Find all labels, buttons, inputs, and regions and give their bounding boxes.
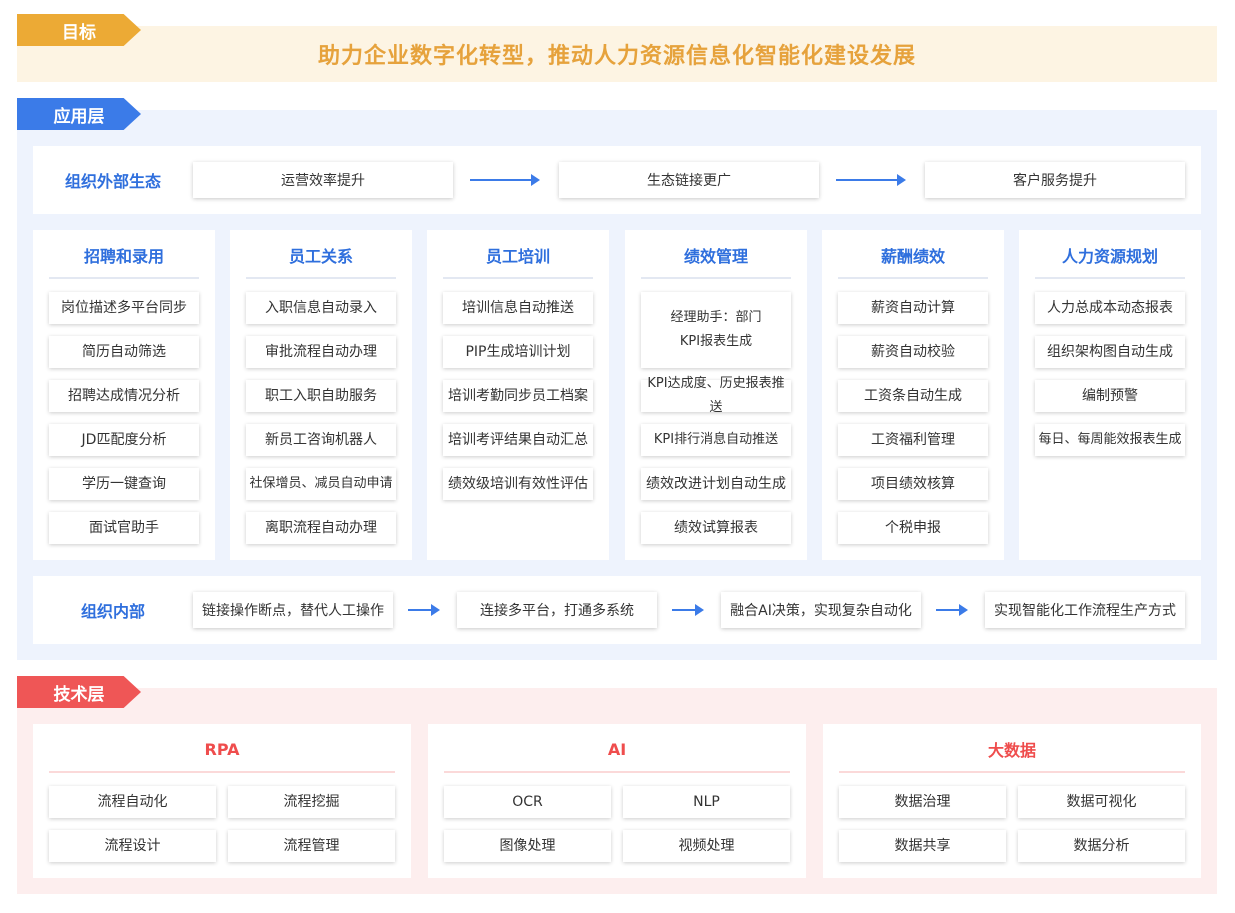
feature-item: 绩效改进计划自动生成	[641, 468, 791, 500]
internal-step: 融合AI决策，实现复杂自动化	[721, 592, 921, 628]
feature-item: KPI排行消息自动推送	[641, 424, 791, 456]
feature-item: 薪资自动校验	[838, 336, 988, 368]
external-step: 生态链接更广	[559, 162, 819, 198]
feature-item: 培训考勤同步员工档案	[443, 380, 593, 412]
technology-item: 流程挖掘	[228, 786, 395, 818]
technology-item: 流程自动化	[49, 786, 216, 818]
feature-item: 绩效试算报表	[641, 512, 791, 544]
feature-item: 每日、每周能效报表生成	[1035, 424, 1185, 456]
internal-step: 实现智能化工作流程生产方式	[985, 592, 1185, 628]
feature-item: 招聘达成情况分析	[49, 380, 199, 412]
internal-step: 链接操作断点，替代人工操作	[193, 592, 393, 628]
column-title: 员工培训	[485, 247, 550, 266]
flow-arrow	[836, 174, 906, 186]
column-divider	[246, 277, 396, 279]
column-title: 员工关系	[288, 247, 353, 266]
external-step: 客户服务提升	[925, 162, 1185, 198]
technology-group-title: 大数据	[987, 741, 1036, 760]
feature-item: 培训信息自动推送	[443, 292, 593, 324]
feature-item: 项目绩效核算	[838, 468, 988, 500]
internal-step: 连接多平台，打通多系统	[457, 592, 657, 628]
external-step: 运营效率提升	[193, 162, 453, 198]
goal-statement: 助力企业数字化转型，推动人力资源信息化智能化建设发展	[317, 44, 916, 69]
feature-item: 经理助手：部门KPI报表生成	[641, 292, 791, 368]
feature-item: 岗位描述多平台同步	[49, 292, 199, 324]
technology-group-divider	[839, 771, 1185, 773]
column-divider	[641, 277, 791, 279]
feature-item: 学历一键查询	[49, 468, 199, 500]
external-ecosystem-label: 组织外部生态	[64, 172, 161, 191]
technology-group-title: AI	[607, 739, 627, 759]
technology-item: OCR	[444, 786, 611, 818]
feature-item: PIP生成培训计划	[443, 336, 593, 368]
feature-item: 社保增员、减员自动申请	[246, 468, 396, 500]
feature-item: 职工入职自助服务	[246, 380, 396, 412]
column-divider	[49, 277, 199, 279]
technology-item: 数据可视化	[1018, 786, 1185, 818]
feature-item: 培训考评结果自动汇总	[443, 424, 593, 456]
column-divider	[838, 277, 988, 279]
feature-item: 工资福利管理	[838, 424, 988, 456]
feature-item: 组织架构图自动生成	[1035, 336, 1185, 368]
feature-item: 简历自动筛选	[49, 336, 199, 368]
feature-item: 绩效级培训有效性评估	[443, 468, 593, 500]
feature-item: 个税申报	[838, 512, 988, 544]
flow-arrow	[470, 174, 540, 186]
feature-item: 编制预警	[1035, 380, 1185, 412]
technology-item: 数据分析	[1018, 830, 1185, 862]
technology-item: NLP	[623, 786, 790, 818]
internal-label: 组织内部	[80, 602, 145, 621]
feature-item: 离职流程自动办理	[246, 512, 396, 544]
technology-item: 数据共享	[839, 830, 1006, 862]
feature-item: 薪资自动计算	[838, 292, 988, 324]
column-title: 人力资源规划	[1061, 247, 1158, 266]
technology-item: 视频处理	[623, 830, 790, 862]
flow-arrow	[936, 604, 968, 616]
technology-group-divider	[49, 771, 395, 773]
feature-item: KPI达成度、历史报表推送	[641, 376, 791, 415]
column-divider	[443, 277, 593, 279]
feature-item: 审批流程自动办理	[246, 336, 396, 368]
flow-arrow	[408, 604, 440, 616]
technology-layer-tab: 技术层	[17, 676, 141, 708]
application-layer-tab: 应用层	[17, 98, 141, 130]
technology-item: 数据治理	[839, 786, 1006, 818]
feature-item: 新员工咨询机器人	[246, 424, 396, 456]
technology-group-title: RPA	[204, 739, 240, 759]
column-title: 薪酬绩效	[880, 247, 945, 266]
column-title: 绩效管理	[683, 247, 748, 266]
column-divider	[1035, 277, 1185, 279]
flow-arrow	[672, 604, 704, 616]
feature-item: 工资条自动生成	[838, 380, 988, 412]
feature-item: 入职信息自动录入	[246, 292, 396, 324]
column-title: 招聘和录用	[83, 247, 164, 266]
technology-group-divider	[444, 771, 790, 773]
goal-tab: 目标	[17, 14, 141, 46]
technology-item: 流程设计	[49, 830, 216, 862]
feature-item: 面试官助手	[49, 512, 199, 544]
technology-item: 图像处理	[444, 830, 611, 862]
technology-item: 流程管理	[228, 830, 395, 862]
feature-item: 人力总成本动态报表	[1035, 292, 1185, 324]
feature-item: JD匹配度分析	[49, 424, 199, 456]
